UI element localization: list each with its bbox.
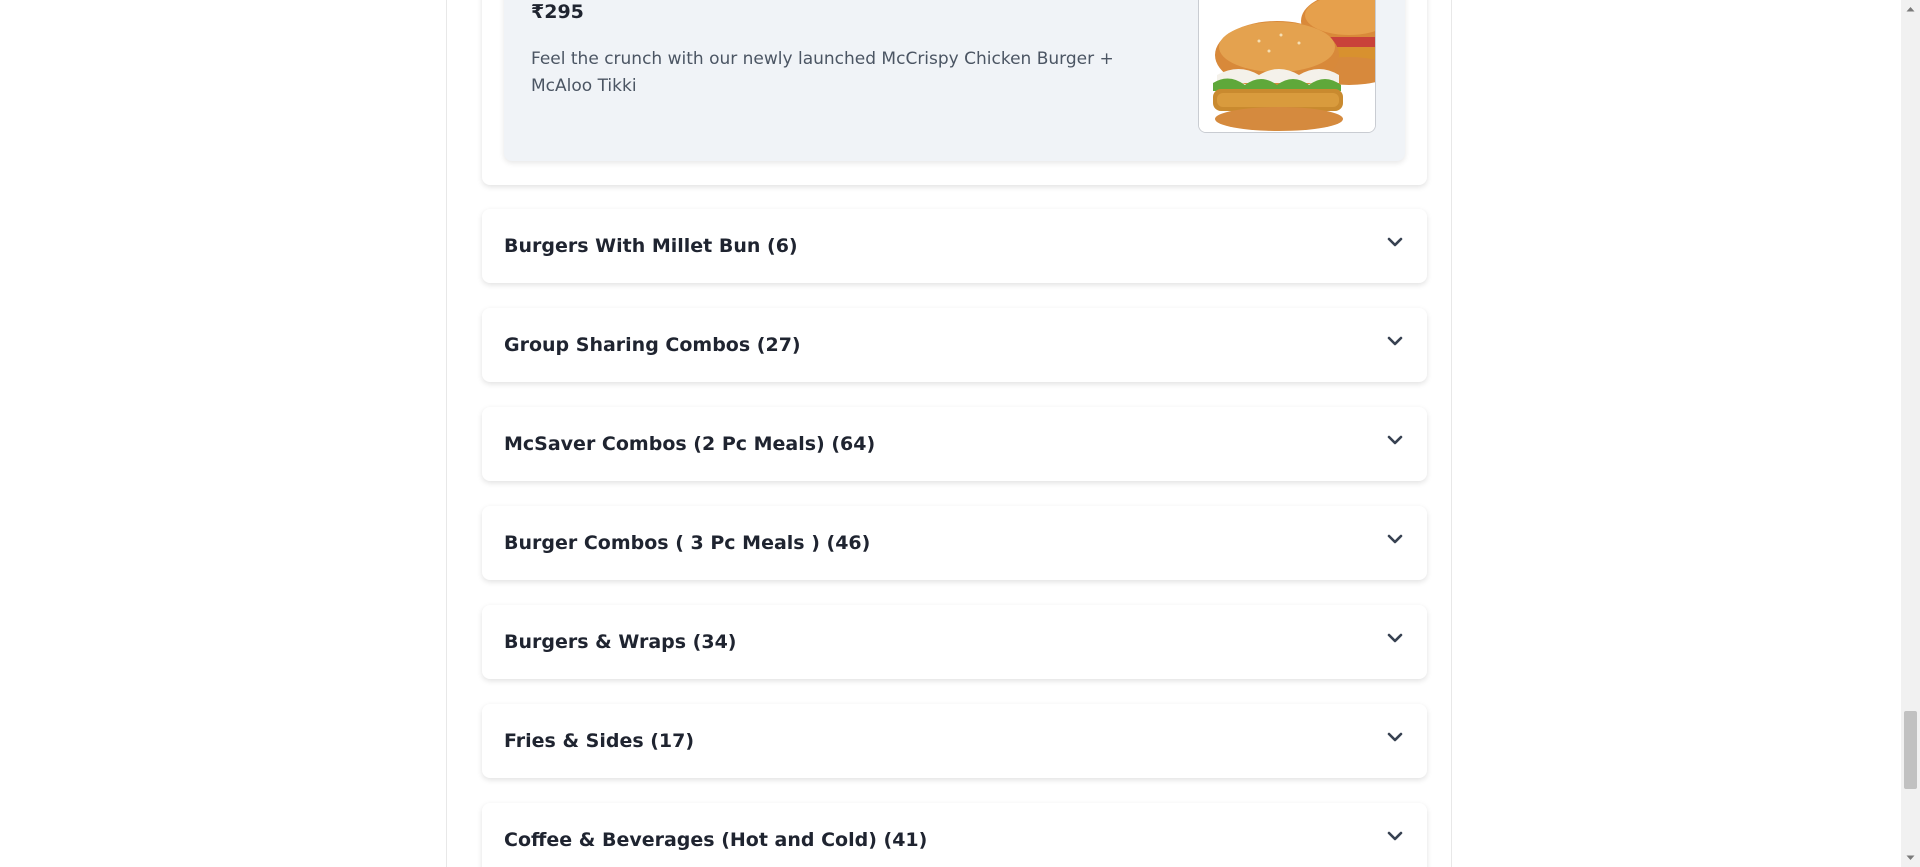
scrollbar-thumb[interactable]	[1904, 711, 1917, 789]
category-coffee-and-beverages[interactable]: Coffee & Beverages (Hot and Cold) (41)	[482, 803, 1427, 867]
burger-illustration	[1199, 0, 1375, 132]
category-mcsaver-combos[interactable]: McSaver Combos (2 Pc Meals) (64)	[482, 407, 1427, 481]
category-burgers-and-wraps[interactable]: Burgers & Wraps (34)	[482, 605, 1427, 679]
chevron-down-icon	[1387, 732, 1403, 742]
item-description: Feel the crunch with our newly launched …	[531, 49, 1114, 96]
chevron-down-icon	[1387, 237, 1403, 247]
category-burger-combos[interactable]: Burger Combos ( 3 Pc Meals ) (46)	[482, 506, 1427, 580]
chevron-down-icon	[1387, 435, 1403, 445]
category-fries-and-sides[interactable]: Fries & Sides (17)	[482, 704, 1427, 778]
category-label: Fries & Sides (17)	[504, 730, 695, 752]
chevron-down-icon	[1387, 534, 1403, 544]
page-scrollbar[interactable]	[1901, 0, 1920, 867]
category-label: Group Sharing Combos (27)	[504, 334, 801, 356]
chevron-down-icon	[1387, 831, 1403, 841]
chevron-down-icon	[1387, 633, 1403, 643]
item-image[interactable]	[1198, 0, 1376, 133]
category-label: Burger Combos ( 3 Pc Meals ) (46)	[504, 532, 871, 554]
menu-page: ₹295 Feel the crunch with our newly laun…	[0, 0, 1920, 867]
arrow-up-icon[interactable]	[1905, 4, 1916, 15]
chevron-down-icon	[1387, 336, 1403, 346]
category-burgers-with-millet-bun[interactable]: Burgers With Millet Bun (6)	[482, 209, 1427, 283]
category-label: Burgers With Millet Bun (6)	[504, 235, 798, 257]
arrow-down-icon[interactable]	[1905, 852, 1916, 863]
item-price: ₹295	[531, 1, 584, 23]
category-group-sharing-combos[interactable]: Group Sharing Combos (27)	[482, 308, 1427, 382]
category-label: Coffee & Beverages (Hot and Cold) (41)	[504, 829, 928, 851]
category-label: Burgers & Wraps (34)	[504, 631, 737, 653]
category-label: McSaver Combos (2 Pc Meals) (64)	[504, 433, 876, 455]
